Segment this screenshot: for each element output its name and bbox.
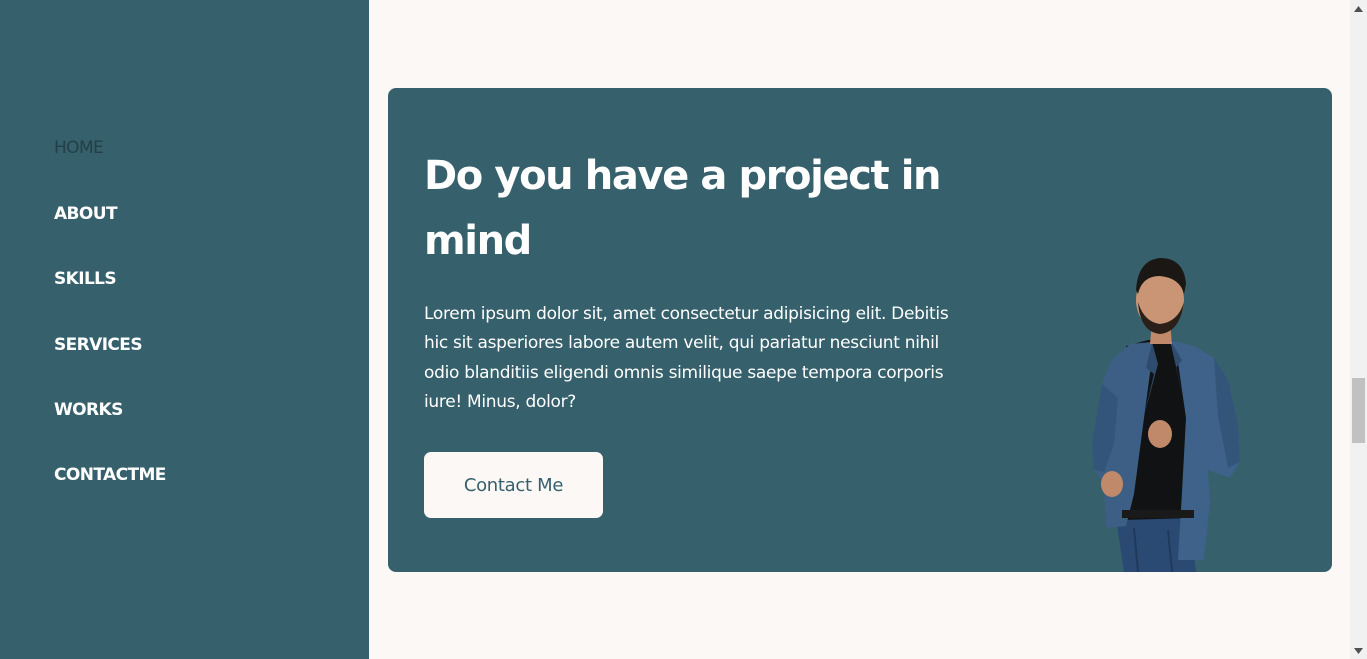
contact-cta-card: Do you have a project in mind Lorem ipsu… bbox=[388, 88, 1332, 572]
nav-item-services[interactable]: SERVICES bbox=[54, 334, 143, 356]
nav-item-works[interactable]: WORKS bbox=[54, 399, 123, 421]
person-photo bbox=[1092, 258, 1240, 572]
vertical-scrollbar[interactable] bbox=[1350, 0, 1367, 659]
nav-item-home[interactable]: HOME bbox=[54, 137, 104, 159]
contact-me-button[interactable]: Contact Me bbox=[424, 452, 603, 518]
sidebar: HOME ABOUT SKILLS SERVICES WORKS CONTACT… bbox=[0, 0, 369, 659]
main-content: Do you have a project in mind Lorem ipsu… bbox=[369, 0, 1350, 659]
cta-text: Lorem ipsum dolor sit, amet consectetur … bbox=[424, 304, 949, 412]
nav-item-skills[interactable]: SKILLS bbox=[54, 268, 117, 290]
scroll-thumb[interactable] bbox=[1352, 378, 1365, 443]
scroll-up-icon[interactable] bbox=[1350, 0, 1367, 17]
nav-item-about[interactable]: ABOUT bbox=[54, 203, 118, 225]
cta-title: Do you have a project in mind bbox=[424, 153, 942, 264]
scroll-down-icon[interactable] bbox=[1350, 642, 1367, 659]
nav-item-contactme[interactable]: CONTACTME bbox=[54, 464, 166, 486]
